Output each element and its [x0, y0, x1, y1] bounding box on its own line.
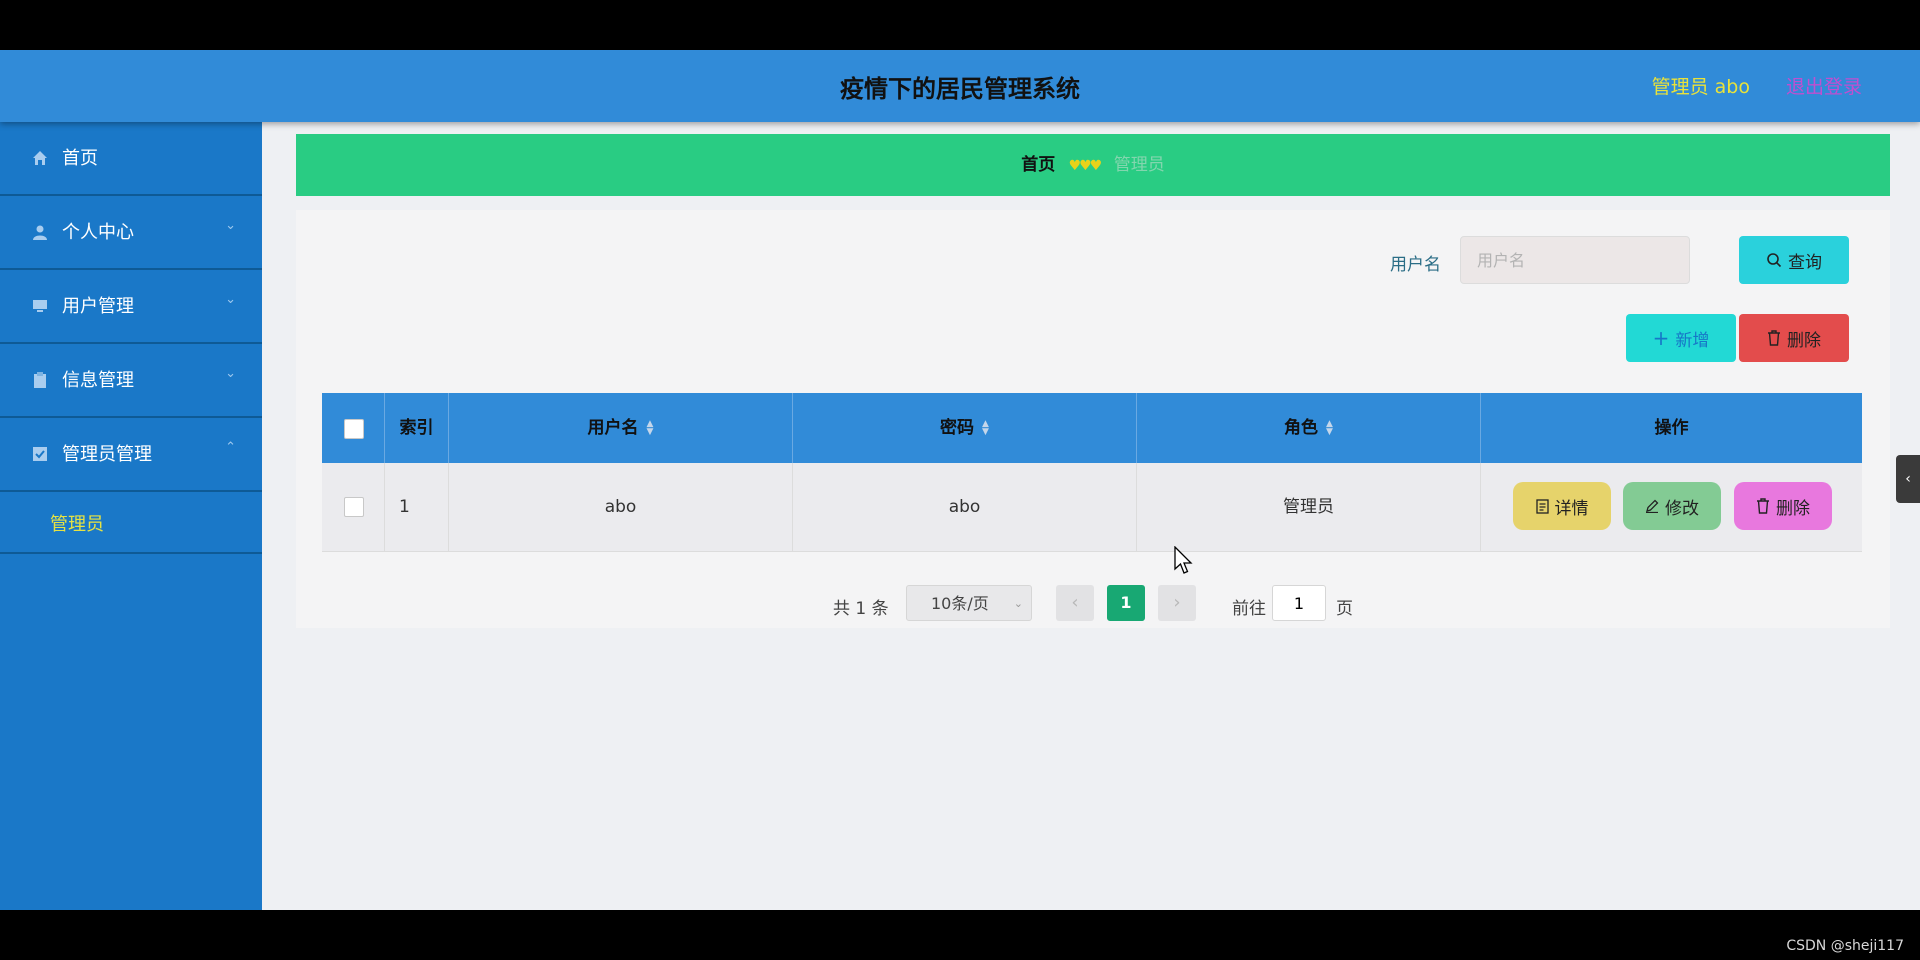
- chevron-down-icon: ⌄: [1013, 597, 1023, 610]
- next-page-button[interactable]: ›: [1158, 585, 1196, 621]
- sidebar-item-info[interactable]: 信息管理 ⌄: [0, 344, 262, 418]
- page-number-button[interactable]: 1: [1107, 585, 1145, 621]
- home-icon: [33, 151, 47, 165]
- sidebar-item-label: 管理员管理: [62, 444, 152, 465]
- row-checkbox[interactable]: [344, 497, 364, 517]
- detail-button-label: 详情: [1554, 498, 1589, 519]
- cell-actions: 详情 修改 删除: [1481, 463, 1862, 551]
- sort-icon[interactable]: ▲ ▼: [982, 420, 989, 437]
- row-delete-label: 删除: [1776, 498, 1810, 519]
- search-label: 用户名: [1390, 255, 1441, 275]
- header-checkbox-cell: [322, 393, 385, 463]
- col-actions-label: 操作: [1654, 418, 1689, 438]
- username-search-input[interactable]: [1460, 236, 1690, 284]
- breadcrumb-home[interactable]: 首页: [1021, 155, 1055, 175]
- goto-label: 前往: [1232, 599, 1266, 619]
- table-header: 索引 用户名 ▲ ▼ 密码 ▲ ▼ 角色 ▲ ▼ 操作: [322, 393, 1862, 463]
- sidebar: 首页 个人中心 ⌄ 用户管理 ⌄ 信息管理 ⌄ 管理员管理 ⌃ 管理员: [0, 122, 262, 910]
- goto-page-input[interactable]: [1272, 585, 1326, 621]
- search-icon: [1767, 253, 1782, 268]
- sidebar-item-label: 首页: [62, 148, 98, 169]
- trash-icon: [1768, 330, 1780, 346]
- cell-index: 1: [385, 463, 449, 551]
- current-user: 管理员 abo: [1651, 76, 1750, 98]
- chevron-down-icon: ⌄: [225, 218, 236, 233]
- app-window: 疫情下的居民管理系统 管理员 abo 退出登录 首页 个人中心 ⌄ 用户管理 ⌄…: [0, 50, 1920, 910]
- chevron-down-icon: ⌄: [225, 366, 236, 381]
- checkbox-icon: [33, 447, 47, 461]
- table-row: 1 abo abo 管理员 详情 修改 删除: [322, 463, 1862, 552]
- col-index: 索引: [385, 393, 449, 463]
- page-size-select[interactable]: 10条/页 ⌄: [906, 585, 1032, 621]
- query-button-label: 查询: [1788, 252, 1822, 273]
- pagination: 共 1 条 10条/页 ⌄ ‹ 1 › 前往 页: [296, 585, 1890, 625]
- col-index-label: 索引: [399, 418, 434, 438]
- app-title: 疫情下的居民管理系统: [840, 75, 1080, 103]
- heart-separator-icon: ♥♥♥: [1068, 158, 1103, 174]
- page-unit-label: 页: [1336, 599, 1353, 619]
- batch-delete-button[interactable]: 删除: [1739, 314, 1849, 362]
- select-all-checkbox[interactable]: [344, 419, 364, 439]
- col-role-label: 角色: [1284, 418, 1319, 438]
- cell-role: 管理员: [1137, 463, 1481, 551]
- data-table: 索引 用户名 ▲ ▼ 密码 ▲ ▼ 角色 ▲ ▼ 操作 1 abo abo 管理员 详情: [322, 393, 1862, 552]
- watermark: CSDN @sheji117: [1786, 938, 1904, 954]
- edit-button[interactable]: 修改: [1623, 482, 1721, 530]
- row-delete-button[interactable]: 删除: [1734, 482, 1832, 530]
- sidebar-subitem-admin-label[interactable]: 管理员: [50, 510, 104, 536]
- chevron-up-icon: ⌃: [225, 440, 236, 455]
- trash-icon: [1757, 498, 1769, 514]
- col-actions: 操作: [1481, 393, 1862, 463]
- sidebar-item-home[interactable]: 首页: [0, 122, 262, 196]
- monitor-icon: [33, 300, 47, 312]
- sidebar-item-label: 信息管理: [62, 370, 134, 391]
- pagination-total: 共 1 条: [833, 599, 889, 619]
- pencil-icon: [1646, 499, 1659, 513]
- breadcrumb-current: 管理员: [1113, 155, 1165, 175]
- sidebar-item-users[interactable]: 用户管理 ⌄: [0, 270, 262, 344]
- cell-password: abo: [793, 463, 1137, 551]
- add-button-label: 新增: [1675, 330, 1710, 351]
- col-password[interactable]: 密码 ▲ ▼: [793, 393, 1137, 463]
- sidebar-item-admin[interactable]: 管理员管理 ⌃: [0, 418, 262, 492]
- sidebar-item-label: 个人中心: [62, 222, 134, 243]
- page-size-value: 10条/页: [931, 594, 989, 613]
- sort-icon[interactable]: ▲ ▼: [1326, 420, 1333, 437]
- col-role[interactable]: 角色 ▲ ▼: [1137, 393, 1481, 463]
- col-password-label: 密码: [940, 418, 975, 438]
- sidebar-item-profile[interactable]: 个人中心 ⌄: [0, 196, 262, 270]
- logout-link[interactable]: 退出登录: [1786, 72, 1862, 99]
- clipboard-icon: [34, 372, 46, 388]
- prev-page-button[interactable]: ‹: [1056, 585, 1094, 621]
- mouse-cursor-icon: [1174, 546, 1193, 574]
- row-checkbox-cell: [322, 463, 385, 551]
- top-header: 疫情下的居民管理系统 管理员 abo 退出登录: [0, 50, 1920, 122]
- plus-icon: +: [1652, 326, 1670, 350]
- sidebar-item-label: 用户管理: [62, 296, 134, 317]
- breadcrumb: 首页 ♥♥♥ 管理员: [296, 134, 1890, 196]
- detail-button[interactable]: 详情: [1513, 482, 1611, 530]
- col-username[interactable]: 用户名 ▲ ▼: [449, 393, 793, 463]
- sidebar-subitem-admin: 管理员: [0, 492, 262, 554]
- query-button[interactable]: 查询: [1739, 236, 1849, 284]
- document-icon: [1535, 498, 1549, 514]
- col-username-label: 用户名: [587, 418, 639, 438]
- edit-button-label: 修改: [1665, 498, 1699, 519]
- cell-username: abo: [449, 463, 793, 551]
- batch-delete-label: 删除: [1787, 330, 1821, 351]
- chevron-down-icon: ⌄: [225, 292, 236, 307]
- user-icon: [33, 225, 47, 240]
- collapse-panel-toggle[interactable]: ‹: [1896, 455, 1920, 503]
- content-panel: 用户名 查询 + 新增 删除 索引 用户名 ▲▼ 密码 ▲▼ 角色 ▲▼ 操作: [296, 210, 1890, 628]
- sort-icon[interactable]: ▲ ▼: [647, 420, 654, 437]
- add-button[interactable]: + 新增: [1626, 314, 1736, 362]
